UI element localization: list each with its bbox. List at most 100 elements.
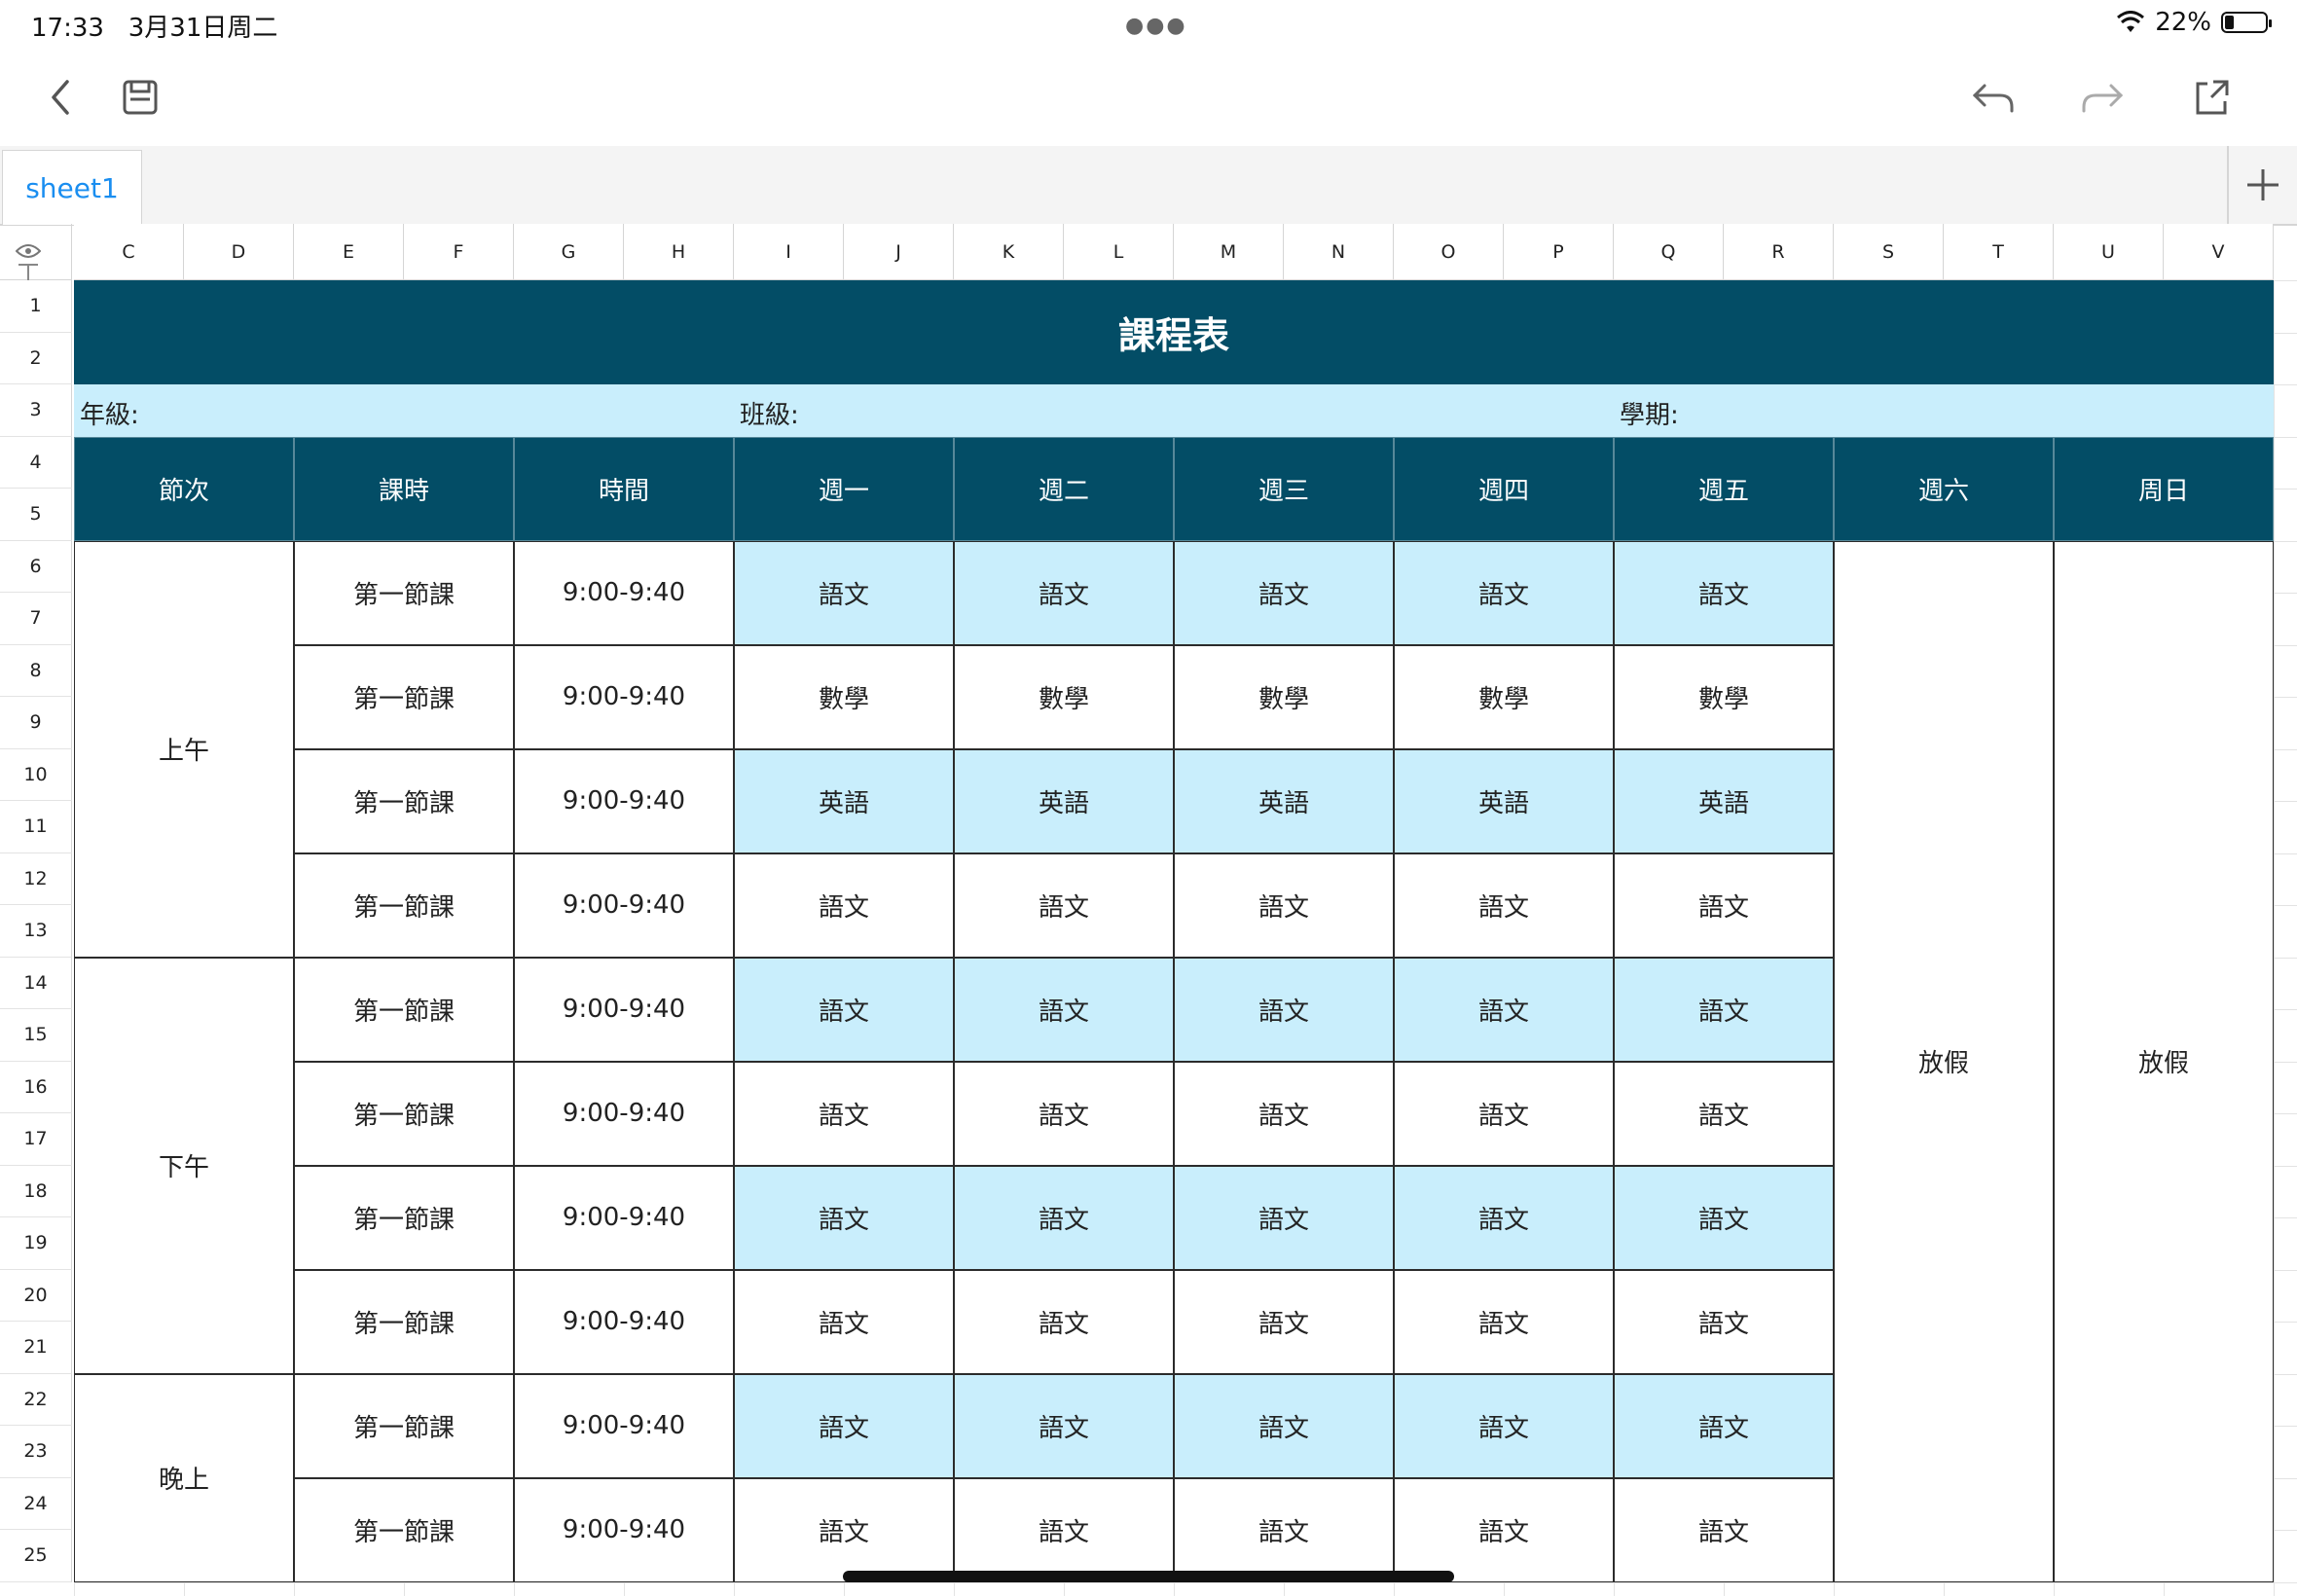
subject-cell[interactable]: 英語 [1174, 748, 1394, 853]
time-cell[interactable]: 9:00-9:40 [514, 957, 734, 1062]
subject-cell[interactable]: 英語 [1394, 748, 1614, 853]
column-header-V[interactable]: V [2164, 224, 2274, 280]
back-button[interactable] [33, 70, 88, 125]
row-header-18[interactable]: 18 [0, 1165, 72, 1217]
subject-cell[interactable]: 語文 [1394, 852, 1614, 958]
subject-cell[interactable]: 語文 [734, 1477, 954, 1582]
subject-cell[interactable]: 語文 [954, 1477, 1174, 1582]
subject-cell[interactable]: 語文 [734, 1165, 954, 1270]
row-header-16[interactable]: 16 [0, 1061, 72, 1113]
header-cell[interactable]: 週一 [734, 436, 954, 541]
redo-button[interactable] [2075, 70, 2130, 125]
subject-cell[interactable]: 語文 [954, 540, 1174, 645]
sheet-tab[interactable]: sheet1 [2, 150, 142, 225]
select-all-corner[interactable] [0, 224, 72, 282]
row-header-5[interactable]: 5 [0, 489, 72, 541]
subject-cell[interactable]: 語文 [1174, 957, 1394, 1062]
row-header-7[interactable]: 7 [0, 593, 72, 645]
share-button[interactable] [2184, 70, 2239, 125]
time-cell[interactable]: 9:00-9:40 [514, 852, 734, 958]
time-cell[interactable]: 9:00-9:40 [514, 1477, 734, 1582]
subject-cell[interactable]: 語文 [1614, 957, 1834, 1062]
column-header-E[interactable]: E [294, 224, 404, 280]
column-header-S[interactable]: S [1834, 224, 1944, 280]
subject-cell[interactable]: 語文 [1614, 1061, 1834, 1166]
session-cell[interactable]: 第一節課 [294, 1165, 514, 1270]
row-header-13[interactable]: 13 [0, 905, 72, 958]
column-header-K[interactable]: K [954, 224, 1064, 280]
saturday-cell[interactable]: 放假 [1834, 540, 2054, 1582]
subject-cell[interactable]: 語文 [1174, 1061, 1394, 1166]
header-cell[interactable]: 週五 [1614, 436, 1834, 541]
header-cell[interactable]: 節次 [74, 436, 294, 541]
row-header-17[interactable]: 17 [0, 1113, 72, 1166]
row-header-25[interactable]: 25 [0, 1530, 72, 1582]
row-header-10[interactable]: 10 [0, 748, 72, 801]
time-cell[interactable]: 9:00-9:40 [514, 748, 734, 853]
column-header-H[interactable]: H [624, 224, 734, 280]
period-cell[interactable]: 下午 [74, 957, 294, 1374]
row-header-14[interactable]: 14 [0, 957, 72, 1009]
subject-cell[interactable]: 語文 [734, 540, 954, 645]
session-cell[interactable]: 第一節課 [294, 1477, 514, 1582]
row-header-3[interactable]: 3 [0, 384, 72, 437]
subject-cell[interactable]: 英語 [954, 748, 1174, 853]
subject-cell[interactable]: 英語 [734, 748, 954, 853]
subject-cell[interactable]: 語文 [734, 1061, 954, 1166]
column-header-R[interactable]: R [1724, 224, 1834, 280]
undo-button[interactable] [1966, 70, 2021, 125]
row-header-22[interactable]: 22 [0, 1373, 72, 1426]
subject-cell[interactable]: 語文 [1394, 1061, 1614, 1166]
column-header-P[interactable]: P [1504, 224, 1614, 280]
subject-cell[interactable]: 語文 [1394, 1477, 1614, 1582]
time-cell[interactable]: 9:00-9:40 [514, 644, 734, 749]
row-header-21[interactable]: 21 [0, 1322, 72, 1374]
column-header-C[interactable]: C [74, 224, 184, 280]
column-header-F[interactable]: F [404, 224, 514, 280]
header-cell[interactable]: 週六 [1834, 436, 2054, 541]
subject-cell[interactable]: 語文 [1614, 1477, 1834, 1582]
subject-cell[interactable]: 語文 [734, 852, 954, 958]
subject-cell[interactable]: 語文 [734, 957, 954, 1062]
subject-cell[interactable]: 語文 [1614, 852, 1834, 958]
column-header-Q[interactable]: Q [1614, 224, 1724, 280]
row-header-11[interactable]: 11 [0, 801, 72, 853]
subject-cell[interactable]: 語文 [1614, 1373, 1834, 1478]
time-cell[interactable]: 9:00-9:40 [514, 1061, 734, 1166]
subject-cell[interactable]: 語文 [954, 1165, 1174, 1270]
header-cell[interactable]: 周日 [2054, 436, 2274, 541]
session-cell[interactable]: 第一節課 [294, 957, 514, 1062]
subject-cell[interactable]: 語文 [954, 957, 1174, 1062]
period-cell[interactable]: 上午 [74, 540, 294, 958]
header-cell[interactable]: 週二 [954, 436, 1174, 541]
column-header-J[interactable]: J [844, 224, 954, 280]
subject-cell[interactable]: 語文 [734, 1269, 954, 1374]
row-header-8[interactable]: 8 [0, 644, 72, 697]
row-header-1[interactable]: 1 [0, 280, 72, 333]
row-header-4[interactable]: 4 [0, 436, 72, 489]
add-sheet-button[interactable] [2227, 146, 2297, 224]
info-row[interactable] [74, 384, 2274, 437]
subject-cell[interactable]: 語文 [1394, 1269, 1614, 1374]
session-cell[interactable]: 第一節課 [294, 852, 514, 958]
subject-cell[interactable]: 語文 [954, 852, 1174, 958]
subject-cell[interactable]: 語文 [954, 1373, 1174, 1478]
subject-cell[interactable]: 語文 [734, 1373, 954, 1478]
subject-cell[interactable]: 語文 [954, 1269, 1174, 1374]
column-header-O[interactable]: O [1394, 224, 1504, 280]
subject-cell[interactable]: 英語 [1614, 748, 1834, 853]
session-cell[interactable]: 第一節課 [294, 644, 514, 749]
subject-cell[interactable]: 語文 [954, 1061, 1174, 1166]
sunday-cell[interactable]: 放假 [2054, 540, 2274, 1582]
row-header-20[interactable]: 20 [0, 1269, 72, 1322]
column-header-U[interactable]: U [2054, 224, 2164, 280]
subject-cell[interactable]: 語文 [1394, 540, 1614, 645]
row-header-15[interactable]: 15 [0, 1009, 72, 1062]
session-cell[interactable]: 第一節課 [294, 1373, 514, 1478]
row-header-6[interactable]: 6 [0, 540, 72, 593]
time-cell[interactable]: 9:00-9:40 [514, 540, 734, 645]
subject-cell[interactable]: 語文 [1394, 1373, 1614, 1478]
subject-cell[interactable]: 數學 [1174, 644, 1394, 749]
column-header-M[interactable]: M [1174, 224, 1284, 280]
header-cell[interactable]: 時間 [514, 436, 734, 541]
